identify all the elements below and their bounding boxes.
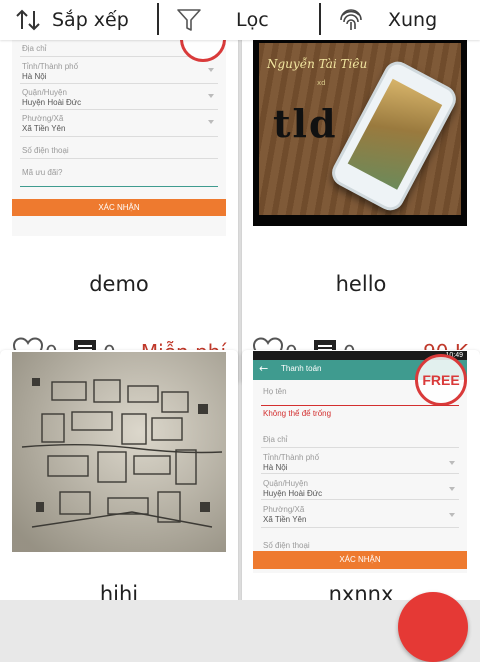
form-error-message: Không thể để trống bbox=[263, 409, 332, 418]
sort-label: Sắp xếp bbox=[52, 9, 129, 31]
form-field-line bbox=[261, 527, 459, 528]
form-field-value: Hà Nội bbox=[263, 463, 288, 472]
header-title: Thanh toán bbox=[281, 364, 322, 373]
product-thumbnail: Nguyễn Tài Tiêu xd tld bbox=[253, 40, 467, 226]
product-title: demo bbox=[89, 272, 149, 296]
sketch-map-image bbox=[12, 352, 226, 552]
product-card[interactable]: hihi bbox=[0, 350, 238, 600]
product-title: hello bbox=[335, 272, 387, 296]
product-thumbnail: Địa chỉ Tỉnh/Thành phố Hà Nội Quận/Huyện… bbox=[12, 40, 226, 236]
funnel-icon bbox=[176, 7, 202, 33]
form-field-label: Mã ưu đãi? bbox=[22, 168, 63, 177]
chevron-down-icon bbox=[449, 513, 455, 517]
form-field-line-error bbox=[261, 405, 459, 406]
nearby-label: Xung bbox=[388, 9, 438, 31]
form-field-value: Huyện Hoài Đức bbox=[263, 489, 323, 498]
form-field-line bbox=[20, 83, 218, 84]
form-field-label: Phường/Xã bbox=[263, 505, 305, 514]
form-field-label: Họ tên bbox=[263, 387, 287, 396]
confirm-button: XÁC NHẬN bbox=[253, 551, 467, 569]
free-badge bbox=[180, 40, 226, 62]
form-field-label: Số điện thoại bbox=[263, 541, 310, 550]
product-title: hihi bbox=[99, 582, 139, 600]
product-thumbnail bbox=[12, 352, 226, 552]
form-field-line bbox=[20, 136, 218, 137]
chevron-down-icon bbox=[208, 68, 214, 72]
wood-background-image: Nguyễn Tài Tiêu xd tld bbox=[259, 43, 461, 216]
overlay-logo: tld bbox=[273, 101, 338, 146]
toolbar-divider bbox=[157, 3, 159, 35]
chevron-down-icon bbox=[208, 94, 214, 98]
form-field-label: Phường/Xã bbox=[22, 114, 64, 123]
confirm-button: XÁC NHẬN bbox=[12, 199, 226, 216]
form-screenshot: Địa chỉ Tỉnh/Thành phố Hà Nội Quận/Huyện… bbox=[12, 40, 226, 236]
top-toolbar: Sắp xếp Lọc Xung bbox=[0, 0, 480, 40]
floating-action-button[interactable] bbox=[398, 592, 468, 662]
form-field-line bbox=[261, 447, 459, 448]
form-field-label: Tỉnh/Thành phố bbox=[22, 62, 79, 71]
chevron-down-icon bbox=[449, 461, 455, 465]
form-field-value: Huyện Hoài Đức bbox=[22, 98, 82, 107]
form-field-line-active bbox=[20, 186, 218, 187]
filter-label: Lọc bbox=[236, 9, 269, 31]
chevron-down-icon bbox=[208, 120, 214, 124]
form-field-label: Quận/Huyện bbox=[22, 88, 67, 97]
product-card[interactable]: Địa chỉ Tỉnh/Thành phố Hà Nội Quận/Huyện… bbox=[0, 40, 238, 384]
filter-button[interactable]: Lọc bbox=[176, 0, 269, 40]
form-field-line bbox=[20, 158, 218, 159]
form-field-label: Quận/Huyện bbox=[263, 479, 308, 488]
toolbar-divider bbox=[319, 3, 321, 35]
product-card[interactable]: 10:49 ← Thanh toán FREE Họ tên Không thể… bbox=[242, 350, 480, 600]
fingerprint-icon bbox=[338, 7, 364, 33]
form-field-line bbox=[20, 109, 218, 110]
form-field-value: Hà Nội bbox=[22, 72, 47, 81]
form-field-label: Tỉnh/Thành phố bbox=[263, 453, 320, 462]
product-card[interactable]: Nguyễn Tài Tiêu xd tld hello 0 bbox=[242, 40, 480, 384]
sort-arrows-icon bbox=[14, 7, 44, 33]
overlay-name: Nguyễn Tài Tiêu bbox=[267, 57, 368, 71]
form-field-line bbox=[261, 473, 459, 474]
form-field-label: Số điện thoại bbox=[22, 146, 69, 155]
form-field-value: Xã Tiền Yên bbox=[263, 515, 307, 524]
chevron-down-icon bbox=[449, 487, 455, 491]
form-field-value: Xã Tiền Yên bbox=[22, 124, 66, 133]
product-grid: Địa chỉ Tỉnh/Thành phố Hà Nội Quận/Huyện… bbox=[0, 40, 480, 600]
product-thumbnail: 10:49 ← Thanh toán FREE Họ tên Không thể… bbox=[253, 351, 467, 573]
form-field-label: Địa chỉ bbox=[22, 44, 47, 53]
overlay-sub: xd bbox=[317, 79, 326, 87]
free-badge: FREE bbox=[415, 354, 467, 406]
sort-button[interactable]: Sắp xếp bbox=[14, 0, 129, 40]
back-arrow-icon: ← bbox=[259, 362, 269, 375]
form-field-label: Địa chỉ bbox=[263, 435, 288, 444]
nearby-button[interactable]: Xung bbox=[338, 0, 437, 40]
form-field-line bbox=[261, 499, 459, 500]
